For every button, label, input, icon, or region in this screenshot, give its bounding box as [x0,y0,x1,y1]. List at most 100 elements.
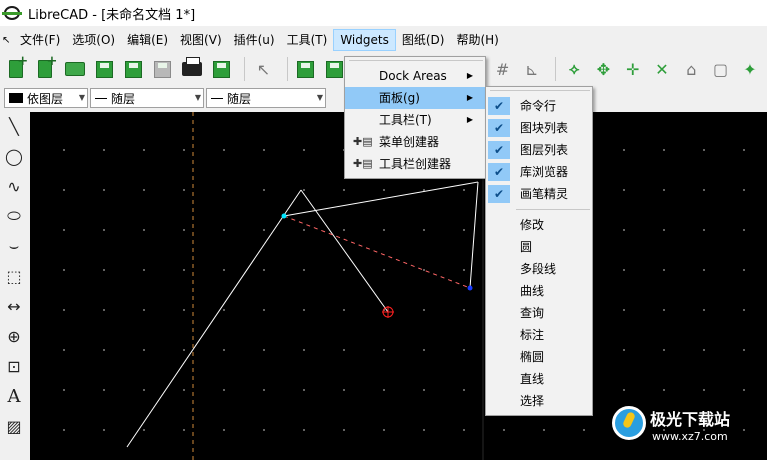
color-swatch [9,93,23,103]
preview-line [283,215,471,289]
circle-tool-icon[interactable]: ◯ [0,142,28,170]
menu-plugins[interactable]: 插件(u) [228,29,281,51]
save-icon[interactable] [92,56,116,82]
menu-help[interactable]: 帮助(H) [450,29,504,51]
drawn-line[interactable] [283,181,479,217]
panel-select[interactable]: 选择 [486,390,592,412]
snap-free-icon[interactable]: ⟡ [562,56,586,82]
menu-item-label: 图块列表 [520,121,569,135]
menu-item-label: 圆 [520,240,533,254]
snap-grid-icon[interactable]: ✥ [591,56,615,82]
checkmark-icon: ✔ [488,97,510,115]
menu-item-label: 库浏览器 [520,165,569,179]
select-pointer-icon[interactable]: ↖ [251,56,275,82]
grid-icon[interactable]: # [490,56,514,82]
open-folder-icon[interactable] [63,56,87,82]
menu-tools[interactable]: 工具(T) [281,29,334,51]
window-title: LibreCAD - [未命名文档 1*] [28,7,196,23]
layer-combo[interactable]: 依图层 ▼ [4,88,88,108]
snap-center-icon[interactable]: ✕ [650,56,674,82]
menu-view[interactable]: 视图(V) [174,29,228,51]
snap-endpoint-icon[interactable]: ✛ [621,56,645,82]
menu-item-label: 选择 [520,394,545,408]
restrict-icon[interactable]: ⌂ [679,56,703,82]
line-type-value: 随层 [111,91,136,106]
menu-widgets[interactable]: Widgets [333,29,396,51]
widgets-toolbar-creator[interactable]: ✚▤ 工具栏创建器 [345,153,485,175]
save-as-icon[interactable] [121,56,145,82]
menu-bar: ↖ 文件(F) 选项(O) 编辑(E) 视图(V) 插件(u) 工具(T) Wi… [0,28,767,52]
menu-item-label: 画笔精灵 [520,187,569,201]
polyline-tool-icon[interactable]: ⌣ [0,232,28,260]
hatch-tool-icon[interactable]: ▨ [0,412,28,440]
menu-item-label: 图层列表 [520,143,569,157]
toolbar-separator [555,57,556,81]
line-tool-icon[interactable]: ╲ [0,112,28,140]
new-from-template-icon[interactable] [33,54,57,82]
submenu-arrow-icon: ▶ [466,71,473,80]
panel-polyline[interactable]: 多段线 [486,258,592,280]
drawn-line[interactable] [469,181,479,289]
checkmark-icon: ✔ [488,163,510,181]
dimension-icon[interactable]: ⊾ [520,56,544,82]
menu-item-label: 椭圆 [520,350,545,364]
text-tool-icon[interactable]: A [0,382,28,410]
modify-tool-icon[interactable]: ⊕ [0,322,28,350]
widgets-menu-creator[interactable]: ✚▤ 菜单创建器 [345,131,485,153]
widgets-panels[interactable]: 面板(g) ▶ [345,87,485,109]
panel-modify[interactable]: 修改 [486,214,592,236]
menu-item-label: 菜单创建器 [379,135,440,149]
menu-tear-line [490,90,590,91]
dimension-tool-icon[interactable]: ↔ [0,292,28,320]
toolbar-separator [286,57,288,81]
measure-tool-icon[interactable]: ⊡ [0,352,28,380]
panel-info[interactable]: 查询 [486,302,592,324]
menu-options[interactable]: 选项(O) [66,29,121,51]
menu-item-label: 曲线 [520,284,545,298]
site-logo-icon [612,406,646,440]
panel-command-line[interactable]: ✔ 命令行 [486,95,592,117]
print-preview-icon[interactable] [209,56,233,82]
watermark-title: 极光下载站 [650,410,731,429]
save-all-icon[interactable] [150,56,174,82]
menu-drawings[interactable]: 图纸(D) [396,29,451,51]
new-document-icon[interactable] [4,54,28,82]
panel-dimension[interactable]: 标注 [486,324,592,346]
line-width-value: 随层 [227,91,252,106]
checkmark-icon: ✔ [488,185,510,203]
line-type-combo[interactable]: 随层 ▼ [90,88,204,108]
panel-ellipse[interactable]: 椭圆 [486,346,592,368]
menu-item-label: 查询 [520,306,545,320]
relative-zero-icon[interactable]: ✦ [738,56,762,82]
panel-circle[interactable]: 圆 [486,236,592,258]
menu-edit[interactable]: 编辑(E) [121,29,174,51]
spline-tool-icon[interactable]: ∿ [0,172,28,200]
zoom-icon[interactable]: ▢ [708,56,732,82]
panel-line[interactable]: 直线 [486,368,592,390]
checkmark-icon: ✔ [488,119,510,137]
submenu-arrow-icon: ▶ [466,115,473,124]
watermark: 极光下载站 www.xz7.com [612,402,762,456]
print-icon[interactable] [180,56,204,82]
menu-item-label: 标注 [520,328,545,342]
select-tool-icon[interactable]: ⬚ [0,262,28,290]
panel-curve[interactable]: 曲线 [486,280,592,302]
line-width-combo[interactable]: 随层 ▼ [206,88,326,108]
ellipse-tool-icon[interactable]: ⬭ [0,202,28,230]
undo-icon[interactable] [294,56,318,82]
panel-library-browser[interactable]: ✔ 库浏览器 [486,161,592,183]
drawn-line[interactable] [126,189,302,448]
left-tool-panel: ╲ ◯ ∿ ⬭ ⌣ ⬚ ↔ ⊕ ⊡ A ▨ [0,112,28,460]
chevron-down-icon: ▼ [194,93,201,102]
panel-block-list[interactable]: ✔ 图块列表 [486,117,592,139]
submenu-arrow-icon: ▶ [466,93,473,102]
panel-pen-wizard[interactable]: ✔ 画笔精灵 [486,183,592,205]
menu-item-label: 面板(g) [379,91,420,105]
widgets-dock-areas[interactable]: Dock Areas ▶ [345,65,485,87]
selected-point [281,213,287,219]
menu-file[interactable]: 文件(F) [14,29,66,51]
widgets-toolbars[interactable]: 工具栏(T) ▶ [345,109,485,131]
menu-creator-icon: ✚▤ [353,135,373,148]
line-swatch [211,97,223,99]
panel-layer-list[interactable]: ✔ 图层列表 [486,139,592,161]
